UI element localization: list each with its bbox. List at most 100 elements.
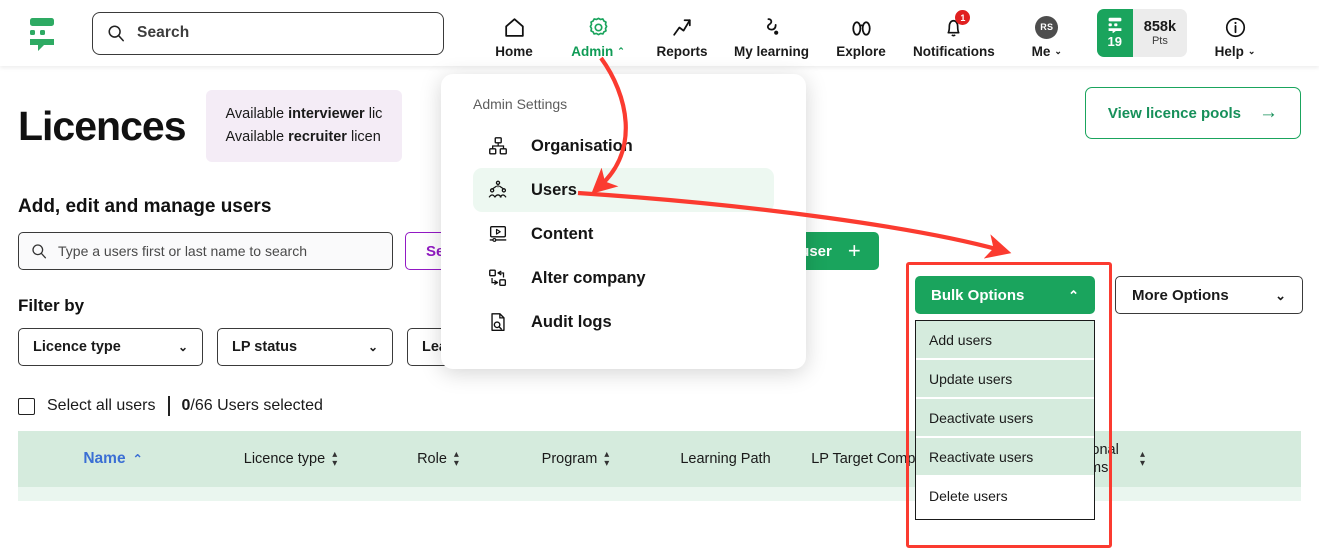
selected-count-text: 0/66 Users selected (182, 397, 323, 415)
logo-mark-icon (1108, 17, 1122, 33)
search-icon (108, 25, 124, 42)
col-header-name-label: Name (83, 450, 126, 467)
nav-item-me[interactable]: RS Me ⌄ (1005, 0, 1089, 66)
points-amount: 858k (1143, 19, 1177, 35)
nav-item-notifications[interactable]: 1 Notifications (903, 0, 1005, 66)
bulk-option-label: Reactivate users (929, 448, 1034, 465)
nav-label-home: Home (495, 44, 533, 59)
page-title: Licences (18, 102, 186, 149)
nav-item-help[interactable]: Help ⌄ (1193, 0, 1277, 66)
nav-item-explore[interactable]: Explore (819, 0, 903, 66)
logo-speech-bubble-icon (30, 18, 54, 51)
admin-menu-item-label: Content (531, 224, 594, 243)
licence-line1-bold: interviewer (288, 106, 365, 122)
bulk-option-update-users[interactable]: Update users (916, 360, 1094, 399)
admin-menu-item-label: Alter company (531, 268, 646, 287)
nav-label-notifications: Notifications (913, 44, 995, 59)
col-header-name[interactable]: Name ⌃ (18, 450, 208, 468)
admin-menu-item-alter-company[interactable]: Alter company (473, 256, 774, 300)
chevron-up-icon: ⌃ (1068, 287, 1079, 303)
admin-menu-item-label: Users (531, 180, 577, 199)
bulk-option-delete-users[interactable]: Delete users (916, 477, 1094, 516)
admin-menu-item-organisation[interactable]: Organisation (473, 124, 774, 168)
table-row[interactable] (18, 487, 1301, 501)
bulk-options-list[interactable]: Add users Update users Deactivate users … (915, 320, 1095, 520)
admin-settings-menu: Admin Settings Organisation Users Conten… (441, 74, 806, 369)
user-search-field[interactable] (18, 232, 393, 270)
select-all-checkbox[interactable] (18, 397, 35, 415)
users-table: Name ⌃ Licence type ▴ ▾ Role ▴ ▾ Program ▴… (18, 431, 1301, 501)
admin-menu-item-label: Organisation (531, 136, 633, 155)
bulk-option-label: Delete users (929, 487, 1008, 504)
org-chart-icon (485, 135, 511, 157)
home-icon (502, 13, 527, 41)
divider (167, 396, 170, 416)
nav-label-me: Me (1031, 44, 1051, 59)
licence-line1-post: lic (364, 106, 383, 122)
bulk-options-button[interactable]: Bulk Options ⌃ (915, 276, 1095, 314)
swap-boxes-icon (485, 267, 511, 289)
nav-label-reports: Reports (656, 44, 708, 59)
nav-item-reports[interactable]: Reports (640, 0, 724, 66)
licence-info-line-2: Available recruiter licen (226, 126, 383, 149)
col-header-licence-type[interactable]: Licence type ▴ ▾ (208, 449, 373, 469)
col-header-program[interactable]: Program ▴ ▾ (503, 450, 648, 469)
col-header-learning-path: Learning Path (648, 450, 803, 468)
view-licence-pools-label: View licence pools (1107, 104, 1241, 122)
admin-menu-item-content[interactable]: Content (473, 212, 774, 256)
select-all-label: Select all users (47, 397, 156, 414)
licence-line2-pre: Available (225, 129, 289, 145)
points-badge[interactable]: 19 858k Pts (1089, 0, 1193, 66)
filter-lp-status-label: LP status (232, 339, 298, 355)
admin-menu-item-label: Audit logs (531, 312, 612, 331)
level-number: 19 (1107, 34, 1123, 49)
admin-menu-title: Admin Settings (473, 96, 568, 112)
view-licence-pools-button[interactable]: View licence pools → (1084, 87, 1301, 139)
bulk-options-dropdown: Bulk Options ⌃ Add users Update users De… (915, 276, 1095, 520)
company-logo[interactable] (14, 13, 70, 53)
sort-icon: ▴ ▾ (1139, 449, 1146, 469)
chevron-down-icon: ⌄ (1247, 46, 1256, 56)
licence-line2-post: licen (346, 129, 381, 145)
bulk-options-label: Bulk Options (931, 286, 1025, 304)
main-navigation: Home Admin ⌃ Reports My learning Explore… (472, 0, 1277, 66)
admin-menu-item-audit-logs[interactable]: Audit logs (473, 300, 774, 344)
binoculars-icon (849, 13, 874, 41)
admin-menu-item-users[interactable]: Users (473, 168, 774, 212)
bulk-option-reactivate-users[interactable]: Reactivate users (916, 438, 1094, 477)
sort-icon: ▴ ▾ (332, 449, 338, 469)
search-input[interactable] (58, 243, 358, 259)
nav-item-my-learning[interactable]: My learning (724, 0, 819, 66)
nav-item-admin[interactable]: Admin ⌃ (556, 0, 640, 66)
nav-label-admin: Admin (571, 44, 614, 59)
top-header: Search Home Admin ⌃ Reports My learning … (0, 0, 1319, 66)
col-header-licence-type-label: Licence type (243, 451, 326, 467)
level-tile: 19 (1096, 9, 1133, 57)
bulk-option-add-users[interactable]: Add users (916, 321, 1094, 360)
licence-availability-info: Available interviewer lic Available recr… (205, 90, 403, 162)
col-header-learning-path-label: Learning Path (680, 451, 771, 467)
stethoscope-icon (759, 13, 784, 41)
chevron-down-icon: ⌄ (367, 340, 378, 354)
table-header-row: Name ⌃ Licence type ▴ ▾ Role ▴ ▾ Program ▴… (18, 431, 1301, 487)
notifications-badge: 1 (955, 10, 971, 25)
filter-lp-status[interactable]: LP status ⌄ (217, 328, 393, 366)
nav-label-help: Help (1214, 44, 1244, 59)
info-icon (1223, 13, 1248, 41)
bell-icon: 1 (941, 10, 971, 41)
filter-licence-type-label: Licence type (33, 339, 121, 355)
more-options-button[interactable]: More Options ⌄ (1115, 276, 1303, 314)
select-all-row: Select all users 0/66 Users selected (18, 396, 1319, 416)
gear-icon (586, 13, 611, 41)
licence-line2-bold: recruiter (288, 129, 347, 145)
nav-item-home[interactable]: Home (472, 0, 556, 66)
col-header-program-label: Program (541, 451, 598, 467)
avatar-initials: RS (1035, 15, 1059, 39)
filter-licence-type[interactable]: Licence type ⌄ (18, 328, 203, 366)
bulk-option-label: Add users (929, 331, 993, 348)
global-search-box[interactable]: Search (92, 11, 444, 55)
bulk-option-deactivate-users[interactable]: Deactivate users (916, 399, 1094, 438)
col-header-role[interactable]: Role ▴ ▾ (373, 450, 503, 469)
users-icon (485, 179, 511, 201)
media-screen-icon (485, 223, 511, 245)
